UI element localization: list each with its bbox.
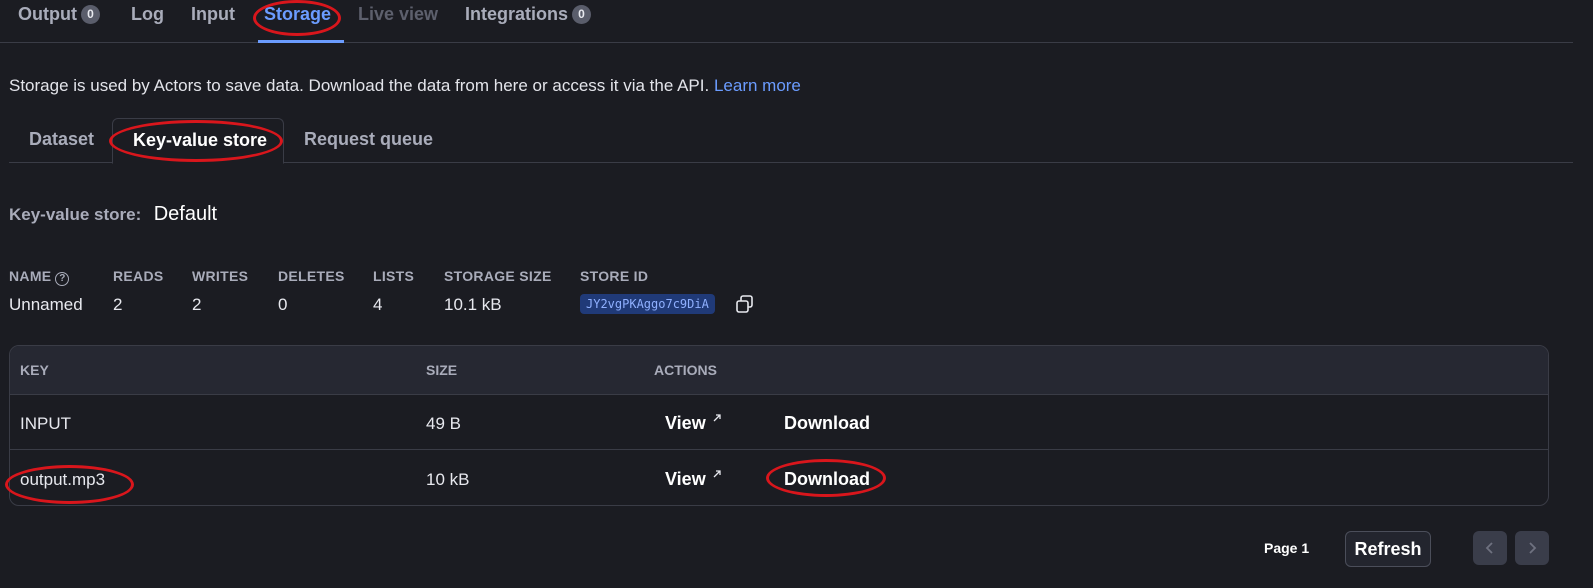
stat-header-store-id: STORE ID bbox=[580, 268, 649, 284]
tab-output-label: Output bbox=[18, 4, 77, 24]
tab-storage[interactable]: Storage bbox=[264, 4, 331, 25]
stat-value-lists: 4 bbox=[373, 295, 383, 314]
active-tab-indicator bbox=[258, 40, 344, 43]
tab-key-value-store[interactable]: Key-value store bbox=[112, 118, 284, 164]
copy-icon[interactable] bbox=[735, 294, 755, 314]
chevron-right-icon bbox=[1529, 542, 1537, 554]
view-button-label: View bbox=[665, 413, 706, 433]
stat-value-deletes: 0 bbox=[278, 295, 288, 314]
row-size: 49 B bbox=[426, 414, 461, 433]
output-count-badge: 0 bbox=[80, 5, 100, 24]
download-button[interactable]: Download bbox=[784, 413, 870, 434]
external-link-icon bbox=[713, 414, 721, 422]
row-key: output.mp3 bbox=[20, 470, 106, 489]
stat-header-name: NAME? bbox=[9, 268, 70, 286]
stat-header-lists: LISTS bbox=[373, 268, 415, 284]
column-actions: ACTIONS bbox=[654, 362, 717, 378]
stat-header-writes: WRITES bbox=[192, 268, 249, 284]
next-page-button[interactable] bbox=[1515, 531, 1549, 565]
stat-header-deletes: DELETES bbox=[278, 268, 345, 284]
tab-integrations[interactable]: Integrations 0 bbox=[465, 4, 592, 25]
tab-output[interactable]: Output 0 bbox=[18, 4, 100, 25]
view-button[interactable]: View bbox=[665, 469, 722, 490]
stat-value-reads: 2 bbox=[113, 295, 123, 314]
tab-integrations-label: Integrations bbox=[465, 4, 569, 24]
stat-value-name: Unnamed bbox=[9, 295, 83, 314]
help-circle-icon[interactable]: ? bbox=[55, 272, 70, 286]
external-link-icon bbox=[713, 470, 721, 478]
learn-more-link[interactable]: Learn more bbox=[714, 76, 801, 95]
store-label: Key-value store: bbox=[9, 205, 142, 224]
table-row: INPUT 49 B View Download bbox=[10, 395, 1548, 450]
store-value: Default bbox=[153, 203, 218, 225]
previous-page-button[interactable] bbox=[1473, 531, 1507, 565]
view-button[interactable]: View bbox=[665, 413, 722, 434]
row-key: INPUT bbox=[20, 414, 71, 433]
page-indicator: Page 1 bbox=[1264, 540, 1310, 556]
store-selector: Key-value store: Default bbox=[9, 203, 217, 226]
storage-sub-tab-bar: Dataset Key-value store Request queue bbox=[9, 118, 1573, 164]
storage-description: Storage is used by Actors to save data. … bbox=[9, 76, 801, 96]
stat-header-reads: READS bbox=[113, 268, 164, 284]
table-row: output.mp3 10 kB View Download bbox=[10, 451, 1548, 505]
tab-dataset[interactable]: Dataset bbox=[9, 118, 114, 163]
stat-value-storage-size: 10.1 kB bbox=[444, 295, 502, 314]
chevron-left-icon bbox=[1485, 542, 1493, 554]
stat-header-name-label: NAME bbox=[9, 268, 52, 284]
tab-request-queue[interactable]: Request queue bbox=[284, 118, 453, 163]
row-size: 10 kB bbox=[426, 470, 470, 489]
tab-input[interactable]: Input bbox=[191, 4, 235, 25]
tab-log[interactable]: Log bbox=[131, 4, 164, 25]
column-size: SIZE bbox=[426, 362, 458, 378]
download-button[interactable]: Download bbox=[784, 469, 870, 490]
integrations-count-badge: 0 bbox=[572, 5, 592, 24]
top-tab-bar: Output 0 Log Input Storage Live view Inte… bbox=[0, 0, 1573, 43]
stat-value-writes: 2 bbox=[192, 295, 202, 314]
key-value-table: KEY SIZE ACTIONS INPUT 49 B View Downloa… bbox=[9, 345, 1549, 506]
tab-live-view: Live view bbox=[358, 4, 439, 24]
table-header: KEY SIZE ACTIONS bbox=[10, 346, 1548, 395]
stat-header-storage-size: STORAGE SIZE bbox=[444, 268, 552, 284]
refresh-button[interactable]: Refresh bbox=[1345, 531, 1431, 567]
column-key: KEY bbox=[20, 362, 49, 378]
store-id-badge[interactable]: JY2vgPKAggo7c9DiA bbox=[580, 294, 715, 314]
storage-page: Output 0 Log Input Storage Live view Inte… bbox=[0, 0, 1593, 588]
view-button-label: View bbox=[665, 469, 706, 489]
storage-description-text: Storage is used by Actors to save data. … bbox=[9, 76, 710, 95]
